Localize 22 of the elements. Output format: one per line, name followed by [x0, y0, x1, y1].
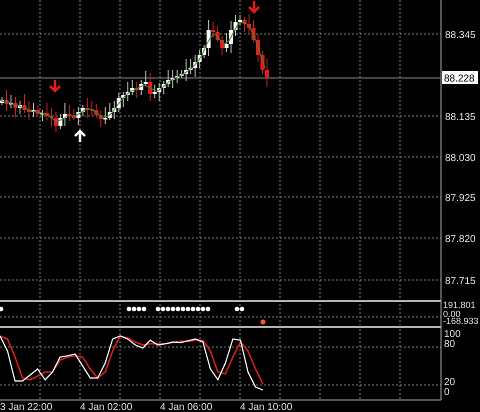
oscillator-label: 20	[444, 377, 456, 388]
indicator-label: 0.00	[443, 309, 461, 319]
price-label: 87.715	[445, 276, 476, 287]
price-label: 87.925	[445, 193, 476, 204]
oscillator-label: 80	[444, 339, 456, 350]
price-label: 87.820	[445, 234, 476, 245]
down-arrow-icon	[248, 0, 260, 14]
oscillator-label: 100	[444, 329, 461, 340]
time-label: 4 Jan 02:00	[80, 402, 132, 412]
time-label: 4 Jan 06:00	[160, 402, 212, 412]
up-arrow-icon	[74, 129, 86, 144]
indicator-label: 191.801	[443, 300, 476, 310]
signal-dot-icon	[260, 320, 266, 324]
price-label: 88.135	[445, 112, 476, 123]
price-label: 88.345	[445, 30, 476, 41]
price-label: 88.030	[445, 153, 476, 164]
oscillator-label: 0	[444, 387, 450, 398]
time-label: 3 Jan 22:00	[0, 402, 52, 412]
indicator-label: -168.933	[443, 316, 479, 326]
down-arrow-icon	[48, 78, 62, 93]
current-price-label: 88.228	[442, 71, 478, 84]
time-label: 4 Jan 10:00	[240, 402, 292, 412]
